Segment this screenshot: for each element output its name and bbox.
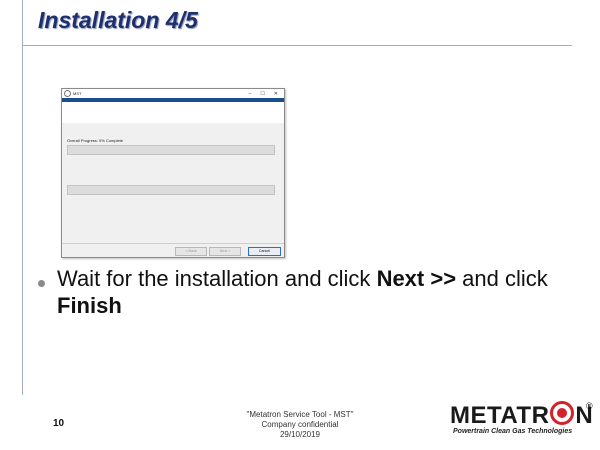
overall-progress-bar	[67, 145, 275, 155]
step-progress-bar	[67, 185, 275, 195]
window-title: MST	[73, 91, 82, 96]
window-titlebar: MST – ☐ ✕	[62, 89, 284, 98]
minimize-icon[interactable]: –	[249, 91, 252, 97]
installer-window: MST – ☐ ✕ Overall Progress: 0% Complete …	[61, 88, 285, 258]
close-icon[interactable]: ✕	[274, 91, 278, 97]
bullet-text: Wait for the installation and click Next…	[57, 265, 577, 319]
installer-content: Overall Progress: 0% Complete	[62, 123, 284, 233]
logo-o-icon	[550, 401, 575, 425]
bullet-text-part: Wait for the installation and click	[57, 266, 377, 291]
app-icon	[64, 90, 71, 97]
next-button[interactable]: Next >	[209, 247, 241, 256]
installer-footer: < Back Next > Cancel	[62, 243, 284, 257]
progress-label: Overall Progress: 0% Complete	[67, 138, 124, 143]
bullet-bold-next: Next >>	[376, 266, 457, 291]
maximize-icon[interactable]: ☐	[260, 91, 264, 97]
left-rule	[22, 0, 23, 395]
installer-header	[62, 102, 284, 123]
bullet-text-part: and click	[456, 266, 548, 291]
bullet-bold-finish: Finish	[57, 293, 122, 318]
metatron-logo: METATR N ® Powertrain Clean Gas Technolog…	[450, 401, 595, 441]
registered-mark: ®	[586, 401, 593, 411]
logo-tagline: Powertrain Clean Gas Technologies	[453, 428, 573, 435]
back-button[interactable]: < Back	[175, 247, 207, 256]
logo-text: METATR	[450, 402, 550, 429]
slide-title: Installation 4/5	[38, 7, 198, 33]
bullet-dot	[38, 280, 45, 287]
title-underline	[22, 45, 572, 46]
cancel-button[interactable]: Cancel	[248, 247, 281, 256]
